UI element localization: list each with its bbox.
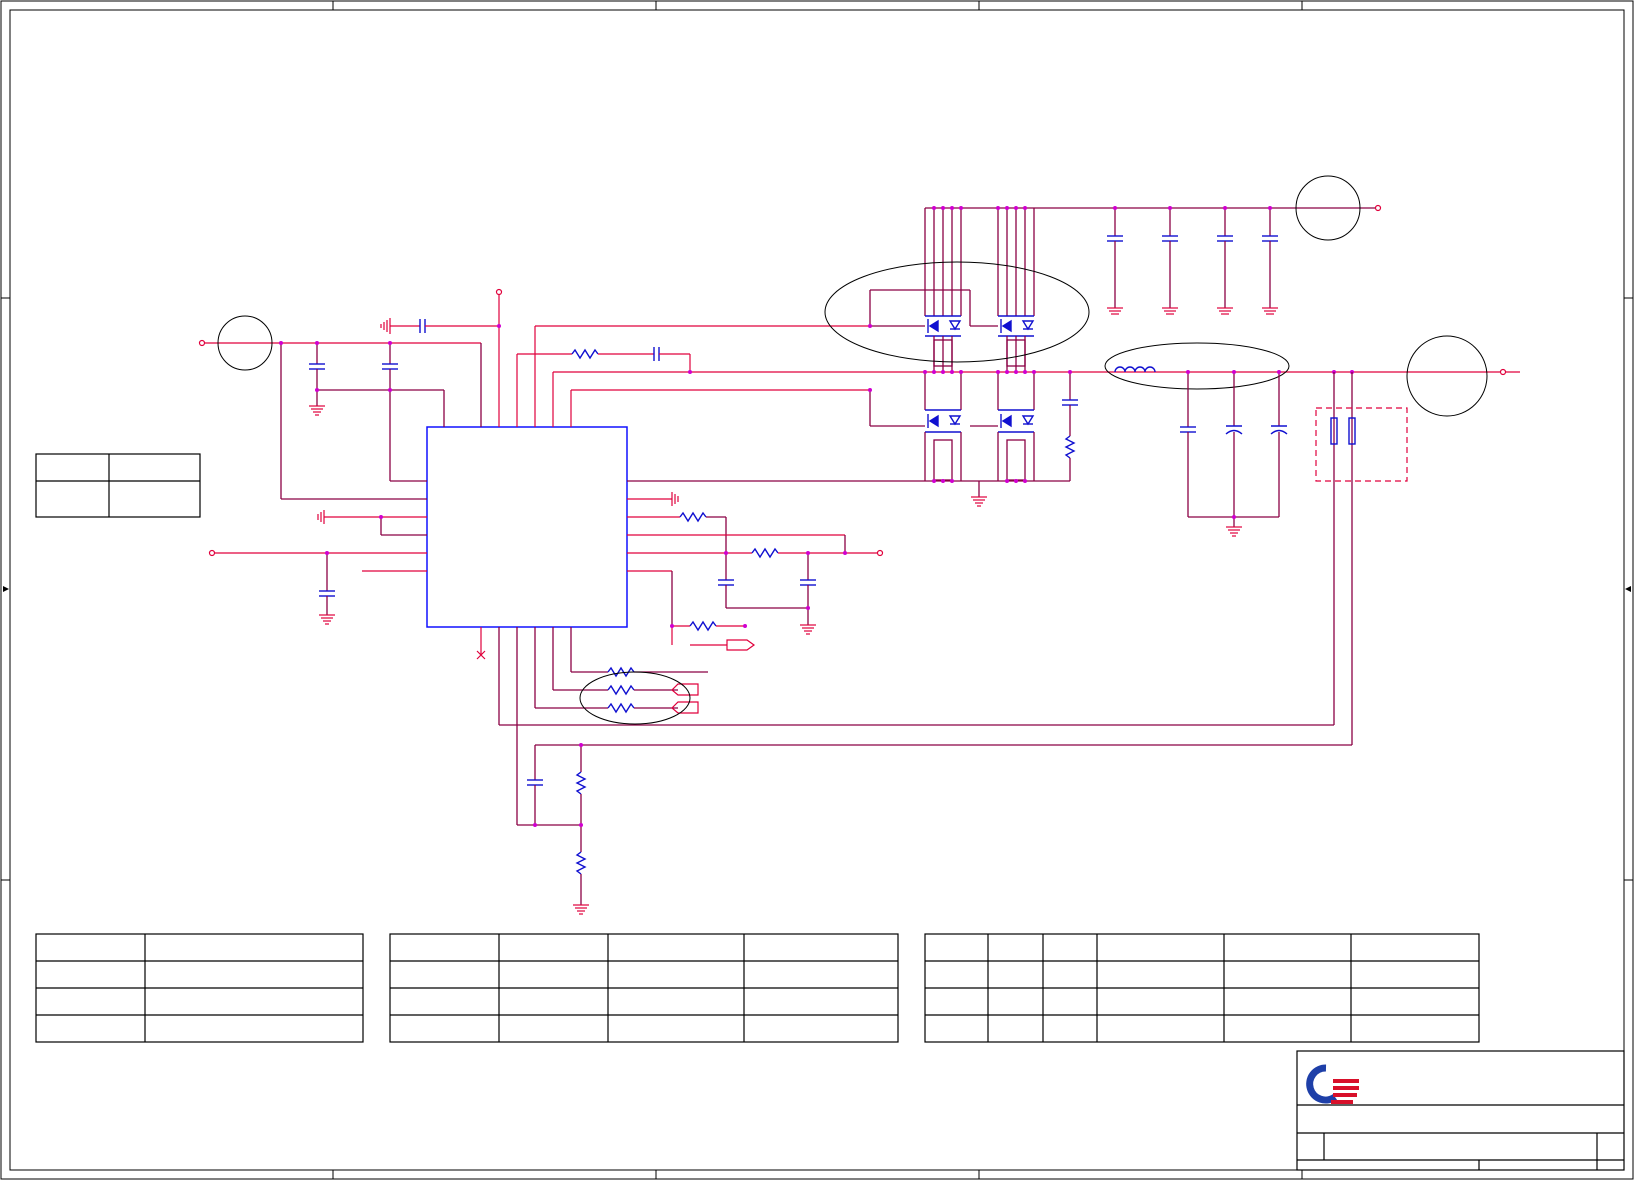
ground-icon: [309, 405, 325, 416]
highlight-ellipse-highside: [824, 261, 1090, 363]
ground-icon: [1162, 307, 1178, 315]
controller-ic: [426, 426, 628, 628]
mosfet-icon: [998, 409, 1035, 433]
top-decoupling: [380, 288, 503, 427]
high-side-mosfets: [824, 206, 1378, 372]
highlight-ellipse-inductor: [1104, 342, 1290, 390]
output-filter: [1104, 335, 1507, 745]
bottom-table-3: [924, 933, 1480, 1043]
input-section: [198, 315, 482, 500]
title-block: [1296, 1050, 1625, 1171]
schematic-sheet: [0, 0, 1634, 1180]
gate-drive-wires: [516, 325, 1520, 427]
ground-icon: [971, 496, 987, 507]
input-port: [198, 339, 206, 347]
highlight-circle-vout: [1406, 335, 1488, 417]
bottom-table-2: [389, 933, 899, 1043]
inductor-icon: [1114, 366, 1156, 373]
ground-icon: [380, 318, 391, 334]
highlight-ellipse-feedback: [579, 671, 691, 725]
ground-icon: [317, 510, 325, 524]
bottom-table-1: [35, 933, 364, 1043]
ground-icon: [1226, 526, 1242, 537]
mosfet-icon: [925, 315, 962, 337]
mosfet-icon: [998, 315, 1035, 337]
ground-icon: [319, 614, 335, 625]
ground-icon: [1107, 307, 1123, 315]
bottom-pins: [476, 627, 1352, 915]
ground-icon: [671, 492, 679, 506]
company-logo: [1306, 1064, 1359, 1104]
mosfet-icon: [925, 409, 962, 433]
left-info-table: [35, 453, 201, 518]
sheet-frame: [0, 0, 1634, 1180]
right-pins: [627, 492, 884, 651]
ground-icon: [800, 624, 816, 635]
left-pins: [208, 510, 427, 625]
input-bulk-caps: [1107, 175, 1382, 315]
ground-icon: [1262, 307, 1278, 315]
ground-icon: [1217, 307, 1233, 315]
ground-icon: [573, 904, 589, 915]
